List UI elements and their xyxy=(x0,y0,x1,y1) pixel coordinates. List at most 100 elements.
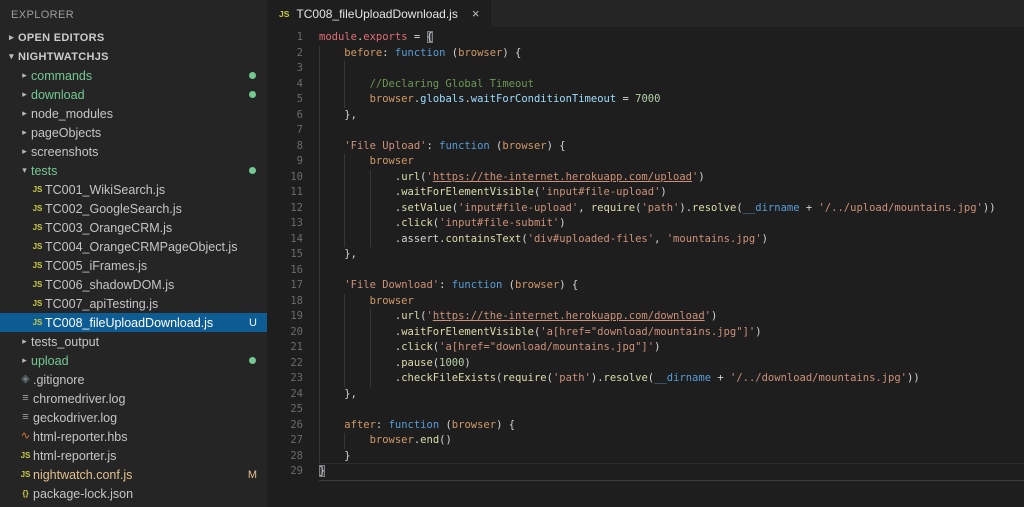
line-content: //Declaring Global Timeout xyxy=(319,76,1024,92)
js-file-icon: JS xyxy=(279,8,290,19)
code-token: exports xyxy=(363,31,408,43)
indent-guide xyxy=(319,278,320,294)
code-line-29[interactable]: 29} xyxy=(267,464,1024,480)
code-line-28[interactable]: 28 } xyxy=(267,448,1024,464)
file-gitignore[interactable]: ◈ .gitignore xyxy=(0,370,267,389)
code-line-15[interactable]: 15 }, xyxy=(267,247,1024,263)
explorer-title: EXPLORER xyxy=(11,9,75,21)
code-line-25[interactable]: 25 xyxy=(267,402,1024,418)
file-chromedriver-log[interactable]: ≡ chromedriver.log xyxy=(0,389,267,408)
code-line-27[interactable]: 27 browser.end() xyxy=(267,433,1024,449)
code-token: browser xyxy=(369,155,414,167)
file-nightwatch-conf-js[interactable]: JS nightwatch.conf.js M xyxy=(0,465,267,484)
code-token: waitForElementVisible xyxy=(401,186,534,198)
line-content: .setValue('input#file-upload', require('… xyxy=(319,200,1024,216)
file-html-reporter-js[interactable]: JS html-reporter.js xyxy=(0,446,267,465)
chevron-right-icon[interactable]: ▸ xyxy=(18,127,31,138)
item-label: TC008_fileUploadDownload.js xyxy=(45,315,214,330)
code-line-26[interactable]: 26 after: function (browser) { xyxy=(267,417,1024,433)
code-token: browser xyxy=(515,279,560,291)
line-number: 1 xyxy=(296,31,303,43)
chevron-right-icon[interactable]: ▸ xyxy=(18,355,31,366)
folder-upload[interactable]: ▸ upload xyxy=(0,351,267,370)
section-nightwatchjs[interactable]: ▾ NIGHTWATCHJS xyxy=(0,47,267,66)
file-html-reporter-hbs[interactable]: ∿ html-reporter.hbs xyxy=(0,427,267,446)
code-line-10[interactable]: 10 .url('https://the-internet.herokuapp.… xyxy=(267,169,1024,185)
chevron-down-icon[interactable]: ▾ xyxy=(18,165,31,176)
folder-download[interactable]: ▸ download xyxy=(0,85,267,104)
code-token: } xyxy=(319,449,351,462)
code-line-16[interactable]: 16 xyxy=(267,262,1024,278)
code-line-19[interactable]: 19 .url('https://the-internet.herokuapp.… xyxy=(267,309,1024,325)
code-line-12[interactable]: 12 .setValue('input#file-upload', requir… xyxy=(267,200,1024,216)
code-token: 'input#file-upload' xyxy=(540,186,661,198)
code-line-7[interactable]: 7 xyxy=(267,123,1024,139)
line-number: 15 xyxy=(290,248,303,260)
line-number: 16 xyxy=(290,263,303,276)
code-line-13[interactable]: 13 .click('input#file-submit') xyxy=(267,216,1024,232)
code-line-18[interactable]: 18 browser xyxy=(267,293,1024,309)
item-label: TC001_WikiSearch.js xyxy=(45,182,166,197)
code-line-5[interactable]: 5 browser.globals.waitForConditionTimeou… xyxy=(267,92,1024,108)
code-line-17[interactable]: 17 'File Download': function (browser) { xyxy=(267,278,1024,294)
code-token: ) { xyxy=(546,139,566,152)
tab-tc008-fileuploaddownload[interactable]: JS TC008_fileUploadDownload.js × xyxy=(267,0,492,27)
code-line-14[interactable]: 14 .assert.containsText('div#uploaded-fi… xyxy=(267,231,1024,247)
file-tc008-fileuploaddownload-js[interactable]: JS TC008_fileUploadDownload.js U xyxy=(0,313,267,332)
js-icon: JS xyxy=(20,451,31,460)
code-line-3[interactable]: 3 xyxy=(267,61,1024,77)
code-line-6[interactable]: 6 }, xyxy=(267,107,1024,123)
code-line-22[interactable]: 22 .pause(1000) xyxy=(267,355,1024,371)
code-line-23[interactable]: 23 .checkFileExists(require('path').reso… xyxy=(267,371,1024,387)
code-line-1[interactable]: 1 module.exports = { xyxy=(267,30,1024,46)
js-icon: JS xyxy=(32,299,43,308)
code-token: function xyxy=(451,279,503,291)
close-icon[interactable]: × xyxy=(472,7,480,20)
indent-guide xyxy=(319,371,320,387)
line-number: 12 xyxy=(290,201,303,214)
code-token: 'mountains.jpg' xyxy=(666,232,762,245)
code-line-9[interactable]: 9 browser xyxy=(267,154,1024,170)
chevron-right-icon[interactable]: ▸ xyxy=(18,336,31,347)
folder-screenshots[interactable]: ▸ screenshots xyxy=(0,142,267,161)
file-tc004-orangecrmpageobject-js[interactable]: JS TC004_OrangeCRMPageObject.js xyxy=(0,237,267,256)
file-geckodriver-log[interactable]: ≡ geckodriver.log xyxy=(0,408,267,427)
line-content: .waitForElementVisible('input#file-uploa… xyxy=(319,185,1024,201)
file-package-lock-json[interactable]: {} package-lock.json xyxy=(0,484,267,503)
section-open-editors[interactable]: ▸ OPEN EDITORS xyxy=(0,28,267,47)
file-tc002-googlesearch-js[interactable]: JS TC002_GoogleSearch.js xyxy=(0,199,267,218)
chevron-right-icon[interactable]: ▸ xyxy=(18,146,31,157)
chevron-down-icon[interactable]: ▾ xyxy=(5,51,18,62)
code-line-24[interactable]: 24 }, xyxy=(267,386,1024,402)
folder-pageobjects[interactable]: ▸ pageObjects xyxy=(0,123,267,142)
chevron-right-icon[interactable]: ▸ xyxy=(18,70,31,81)
code-editor[interactable]: 1 module.exports = {2 before: function (b… xyxy=(267,27,1024,507)
chevron-right-icon[interactable]: ▸ xyxy=(18,108,31,119)
code-line-21[interactable]: 21 .click('a[href="download/mountains.jp… xyxy=(267,340,1024,356)
code-line-11[interactable]: 11 .waitForElementVisible('input#file-up… xyxy=(267,185,1024,201)
file-tc007-apitesting-js[interactable]: JS TC007_apiTesting.js xyxy=(0,294,267,313)
folder-tests-output[interactable]: ▸ tests_output xyxy=(0,332,267,351)
code-token: }, xyxy=(319,248,357,260)
file-tc005-iframes-js[interactable]: JS TC005_iFrames.js xyxy=(0,256,267,275)
line-number: 9 xyxy=(296,155,303,167)
code-token: 'input#file-submit' xyxy=(439,217,560,229)
indent-guide xyxy=(319,185,320,201)
code-line-20[interactable]: 20 .waitForElementVisible('a[href="downl… xyxy=(267,324,1024,340)
indent-guide xyxy=(344,76,346,92)
code-token: : xyxy=(439,279,452,291)
file-tc001-wikisearch-js[interactable]: JS TC001_WikiSearch.js xyxy=(0,180,267,199)
file-tc006-shadowdom-js[interactable]: JS TC006_shadowDOM.js xyxy=(0,275,267,294)
code-line-8[interactable]: 8 'File Upload': function (browser) { xyxy=(267,138,1024,154)
folder-tests[interactable]: ▾ tests xyxy=(0,161,267,180)
chevron-right-icon[interactable]: ▸ xyxy=(5,32,18,43)
code-line-2[interactable]: 2 before: function (browser) { xyxy=(267,45,1024,61)
folder-commands[interactable]: ▸ commands xyxy=(0,66,267,85)
folder-node-modules[interactable]: ▸ node_modules xyxy=(0,104,267,123)
indent-guide xyxy=(319,340,320,356)
item-label: commands xyxy=(31,68,93,83)
code-line-4[interactable]: 4 //Declaring Global Timeout xyxy=(267,76,1024,92)
code-token: click xyxy=(401,217,433,229)
chevron-right-icon[interactable]: ▸ xyxy=(18,89,31,100)
file-tc003-orangecrm-js[interactable]: JS TC003_OrangeCRM.js xyxy=(0,218,267,237)
